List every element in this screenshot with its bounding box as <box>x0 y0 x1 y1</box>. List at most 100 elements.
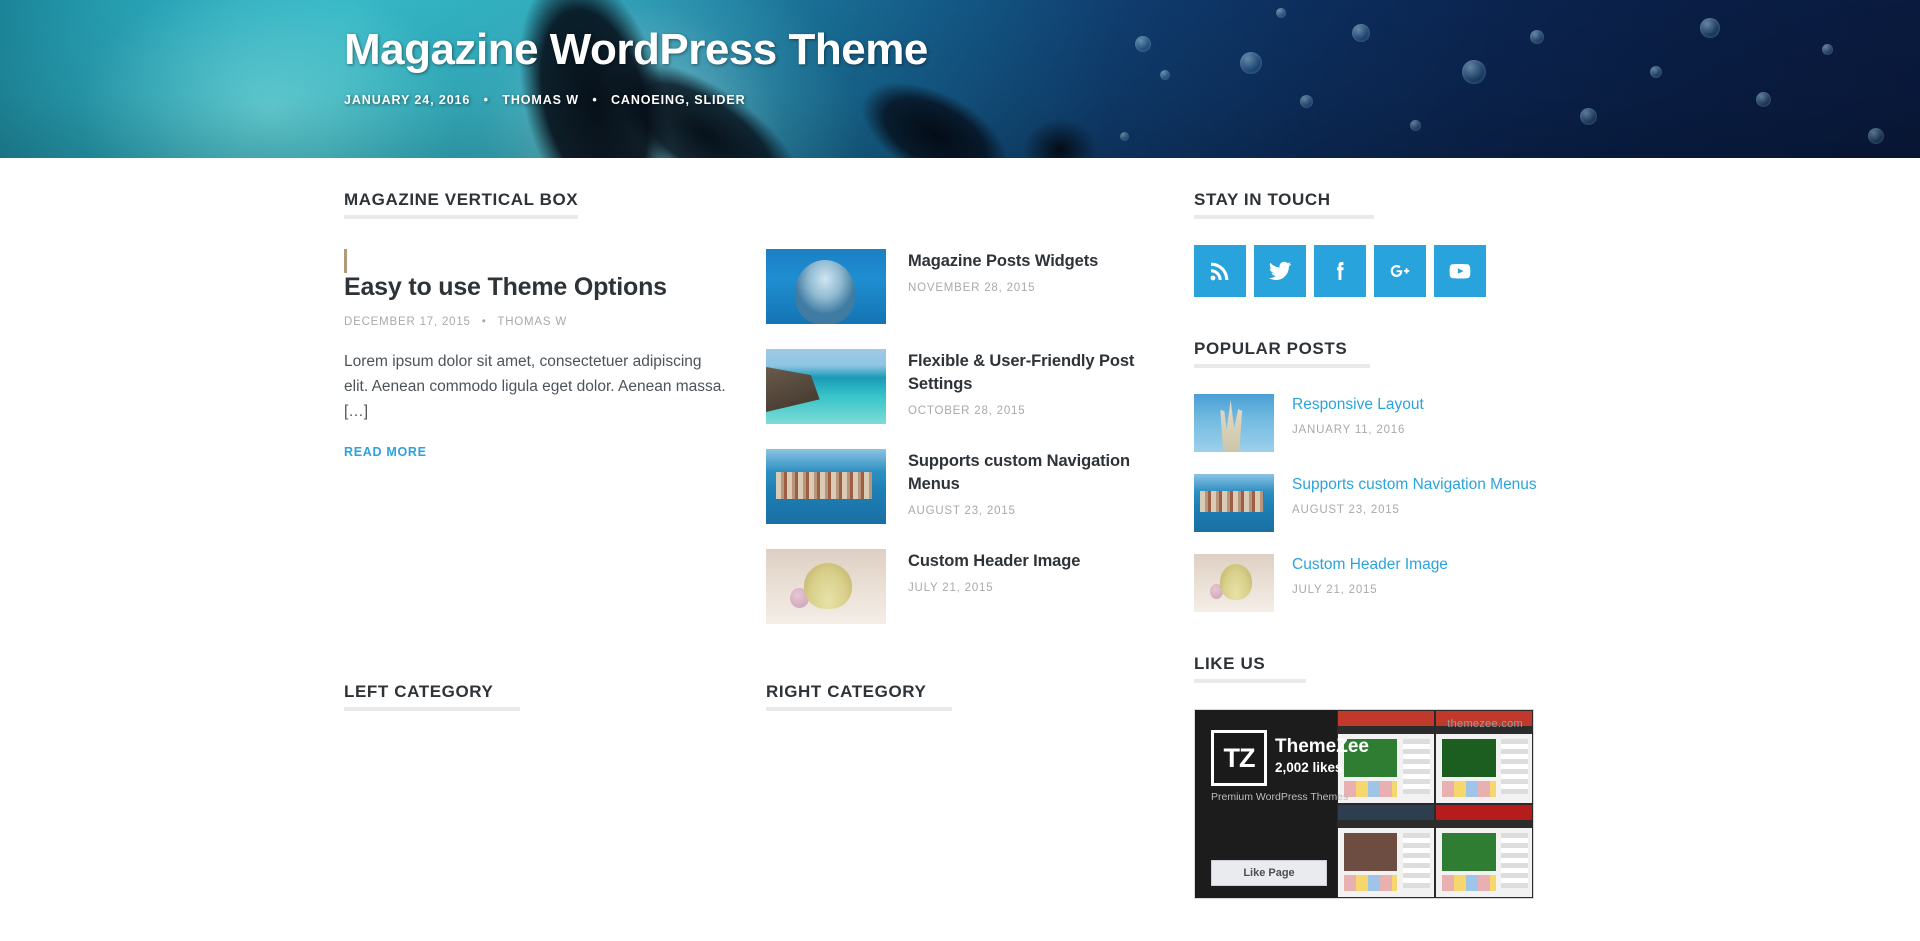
featured-post-meta: DECEMBER 17, 2015 • THOMAS W <box>344 316 726 328</box>
post-title: Magazine Posts Widgets <box>908 250 1154 273</box>
screenshot-sidebar <box>1501 738 1529 794</box>
facebook-page-avatar: TZ <box>1211 730 1267 786</box>
list-item-body: Custom Header Image JULY 21, 2015 <box>1292 554 1448 596</box>
featured-post-title: Easy to use Theme Options <box>344 271 726 303</box>
featured-post-date: DECEMBER 17, 2015 <box>344 316 471 328</box>
content-sidebar-grid: MAGAZINE VERTICAL BOX Easy to use Theme … <box>344 190 1576 941</box>
post-date: JULY 21, 2015 <box>908 581 994 594</box>
social-link-twitter[interactable] <box>1254 245 1306 297</box>
screenshot-nav-bar <box>1337 819 1434 828</box>
post-thumbnail[interactable] <box>1194 554 1274 612</box>
list-item: Supports custom Navigation Menus AUGUST … <box>766 449 1154 524</box>
post-title-link[interactable]: Flexible & User-Friendly Post Settings <box>908 352 1134 393</box>
twitter-icon <box>1268 261 1292 280</box>
cliff-coast-image <box>766 349 886 424</box>
facebook-icon <box>1337 262 1344 280</box>
post-title-link[interactable]: Custom Header Image <box>908 552 1080 570</box>
hero-post-meta: JANUARY 24, 2016 • THOMAS W • CANOEING, … <box>344 93 1444 107</box>
site-header-hero: Magazine WordPress Theme JANUARY 24, 201… <box>0 0 1920 158</box>
seashell-image <box>1194 554 1274 612</box>
facebook-page-plugin[interactable]: themezee.com Premium WordPress Themes TZ… <box>1194 709 1534 899</box>
hero-post-categories[interactable]: CANOEING, SLIDER <box>611 93 746 107</box>
widget-title-wrap: STAY IN TOUCH <box>1194 190 1374 219</box>
post-title: Flexible & User-Friendly Post Settings <box>908 350 1154 396</box>
social-link-google-plus[interactable] <box>1374 245 1426 297</box>
sidebar: STAY IN TOUCH POPULAR POSTS Responsive L… <box>1194 190 1576 941</box>
featured-post: Easy to use Theme Options DECEMBER 17, 2… <box>344 249 726 461</box>
like-us-widget: LIKE US themezee.com Premium WordPress T… <box>1194 654 1576 899</box>
popular-posts-heading: POPULAR POSTS <box>1194 339 1370 368</box>
page-wrapper: MAGAZINE VERTICAL BOX Easy to use Theme … <box>0 158 1920 941</box>
post-title-link[interactable]: Custom Header Image <box>1292 554 1448 576</box>
post-title-link[interactable]: Magazine Posts Widgets <box>908 252 1098 270</box>
coastal-town-image <box>766 449 886 524</box>
left-category-widget: LEFT CATEGORY <box>344 682 726 711</box>
widget-title-wrap: RIGHT CATEGORY <box>766 682 952 711</box>
list-item: Supports custom Navigation Menus AUGUST … <box>1194 474 1576 532</box>
list-item-body: Supports custom Navigation Menus AUGUST … <box>1292 474 1537 516</box>
post-thumbnail[interactable] <box>1194 394 1274 452</box>
screenshot-header-bar <box>1435 805 1532 820</box>
facebook-like-count: 2,002 likes <box>1275 760 1343 775</box>
screenshot-thumb-row <box>1441 874 1496 892</box>
dolphin-image <box>766 249 886 324</box>
theme-screenshot <box>1336 804 1435 898</box>
right-category-heading: RIGHT CATEGORY <box>766 682 952 711</box>
screenshot-hero <box>1343 832 1398 872</box>
post-title: Supports custom Navigation Menus <box>908 450 1154 496</box>
screenshot-sidebar <box>1403 832 1431 888</box>
popular-posts-list: Responsive Layout JANUARY 11, 2016 Suppo… <box>1194 394 1576 612</box>
facebook-page-name[interactable]: ThemeZee <box>1275 736 1369 758</box>
post-thumbnail[interactable] <box>766 249 886 324</box>
popular-posts-widget: POPULAR POSTS Responsive Layout JANUARY … <box>1194 339 1576 612</box>
screenshot-sidebar <box>1501 832 1529 888</box>
post-date: JULY 21, 2015 <box>1292 583 1378 596</box>
post-title-link[interactable]: Supports custom Navigation Menus <box>908 452 1130 493</box>
read-more-link[interactable]: READ MORE <box>344 445 427 459</box>
hero-content: Magazine WordPress Theme JANUARY 24, 201… <box>344 22 1444 107</box>
post-thumbnail[interactable] <box>766 449 886 524</box>
category-widgets-row: LEFT CATEGORY RIGHT CATEGORY <box>344 682 1154 711</box>
post-date: NOVEMBER 28, 2015 <box>908 281 1036 294</box>
hero-post-title[interactable]: Magazine WordPress Theme <box>344 22 1444 77</box>
screenshot-header-bar <box>1337 805 1434 820</box>
featured-post-title-link[interactable]: Easy to use Theme Options <box>344 273 667 301</box>
hero-post-author[interactable]: THOMAS W <box>502 93 579 107</box>
featured-post-author[interactable]: THOMAS W <box>497 316 567 328</box>
social-link-facebook[interactable] <box>1314 245 1366 297</box>
screenshot-nav-bar <box>1435 819 1532 828</box>
left-category-heading: LEFT CATEGORY <box>344 682 520 711</box>
list-item: Custom Header Image JULY 21, 2015 <box>1194 554 1576 612</box>
widget-title-wrap: LEFT CATEGORY <box>344 682 520 711</box>
list-item-body: Magazine Posts Widgets NOVEMBER 28, 2015 <box>908 249 1154 294</box>
screenshot-hero <box>1441 738 1496 778</box>
facebook-like-button[interactable]: Like Page <box>1211 860 1327 886</box>
widget-title-wrap: POPULAR POSTS <box>1194 339 1370 368</box>
screenshot-hero <box>1441 832 1496 872</box>
widget-title-wrap: MAGAZINE VERTICAL BOX <box>344 190 579 219</box>
list-item-body: Flexible & User-Friendly Post Settings O… <box>908 349 1154 417</box>
post-date: AUGUST 23, 2015 <box>908 504 1016 517</box>
post-date: JANUARY 11, 2016 <box>1292 423 1406 436</box>
main-content: MAGAZINE VERTICAL BOX Easy to use Theme … <box>344 190 1154 711</box>
list-item: Magazine Posts Widgets NOVEMBER 28, 2015 <box>766 249 1154 324</box>
post-title-link[interactable]: Responsive Layout <box>1292 394 1424 416</box>
post-title: Custom Header Image <box>908 550 1154 573</box>
social-link-rss[interactable] <box>1194 245 1246 297</box>
coastal-town-image <box>1194 474 1274 532</box>
seashell-image <box>766 549 886 624</box>
facebook-page-description: Premium WordPress Themes <box>1211 791 1349 803</box>
screenshot-thumb-row <box>1441 780 1496 798</box>
magazine-box-body: Easy to use Theme Options DECEMBER 17, 2… <box>344 249 1154 624</box>
post-thumbnail[interactable] <box>766 349 886 424</box>
post-title-link[interactable]: Supports custom Navigation Menus <box>1292 474 1537 496</box>
list-item: Custom Header Image JULY 21, 2015 <box>766 549 1154 624</box>
screenshot-sidebar <box>1403 738 1431 794</box>
social-link-youtube[interactable] <box>1434 245 1486 297</box>
social-icons-row <box>1194 245 1576 297</box>
post-thumbnail[interactable] <box>766 549 886 624</box>
post-date: AUGUST 23, 2015 <box>1292 503 1400 516</box>
screenshot-header-bar <box>1337 711 1434 726</box>
youtube-icon <box>1449 264 1471 279</box>
post-thumbnail[interactable] <box>1194 474 1274 532</box>
